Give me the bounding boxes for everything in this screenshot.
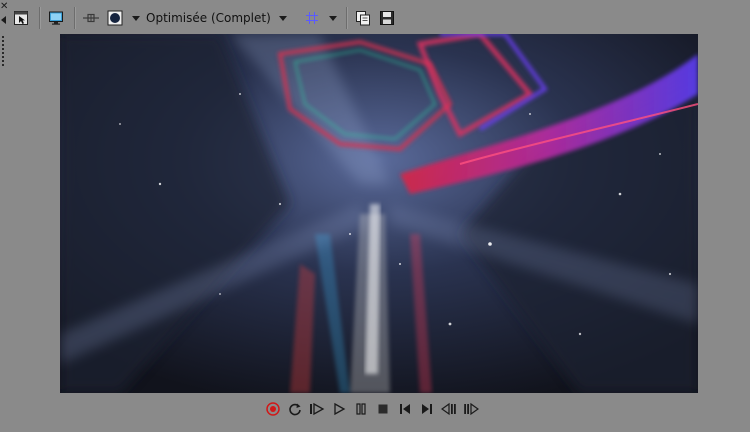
- split-view-icon: [83, 13, 99, 23]
- cursor-window-button[interactable]: [10, 7, 32, 29]
- loop-button[interactable]: [284, 399, 306, 419]
- grid-button[interactable]: [301, 7, 323, 29]
- step-forward-button[interactable]: [460, 399, 482, 419]
- preview-toolbar: Optimisée (Complet): [10, 6, 750, 30]
- close-panel-icon[interactable]: ✕: [0, 2, 8, 12]
- video-preview-viewport[interactable]: [60, 34, 698, 393]
- copy-snapshot-icon: [355, 11, 370, 26]
- save-snapshot-icon: [379, 11, 394, 25]
- pause-icon: [356, 403, 366, 415]
- preview-quality-dropdown[interactable]: Optimisée (Complet): [144, 7, 293, 29]
- loop-icon: [289, 403, 301, 416]
- play-from-start-button[interactable]: [306, 399, 328, 419]
- status-bar: [0, 424, 750, 432]
- split-view-button[interactable]: [80, 7, 102, 29]
- toolbar-separator: [74, 7, 75, 29]
- stop-icon: [378, 404, 388, 414]
- next-frame-button[interactable]: [416, 399, 438, 419]
- record-button[interactable]: [262, 399, 284, 419]
- toolbar-separator: [345, 7, 347, 29]
- step-forward-icon: [464, 402, 479, 416]
- record-icon: [266, 402, 280, 416]
- video-frame-image: [60, 34, 698, 393]
- overlay-button[interactable]: [104, 7, 126, 29]
- previous-frame-button[interactable]: [394, 399, 416, 419]
- grid-icon: [305, 12, 318, 24]
- next-frame-icon: [422, 404, 432, 414]
- monitor-icon: [49, 11, 63, 25]
- drag-handle-icon[interactable]: [2, 36, 4, 66]
- toolbar-separator: [39, 7, 40, 29]
- external-monitor-button[interactable]: [45, 7, 67, 29]
- transport-controls: [262, 399, 482, 419]
- save-snapshot-button[interactable]: [376, 7, 398, 29]
- step-back-icon: [441, 402, 456, 416]
- preview-quality-label: Optimisée (Complet): [146, 11, 271, 25]
- circle-overlay-icon: [107, 10, 123, 26]
- panel-edge-grip[interactable]: ✕: [0, 0, 8, 80]
- previous-frame-icon: [400, 404, 410, 414]
- collapse-arrow-icon[interactable]: [1, 16, 6, 24]
- cursor-window-icon: [14, 11, 28, 25]
- stop-button[interactable]: [372, 399, 394, 419]
- pause-button[interactable]: [350, 399, 372, 419]
- play-button[interactable]: [328, 399, 350, 419]
- play-from-start-icon: [310, 402, 325, 416]
- copy-snapshot-button[interactable]: [352, 7, 374, 29]
- chevron-down-icon: [278, 15, 287, 21]
- overlay-dropdown-arrow-icon[interactable]: [132, 15, 140, 21]
- grid-dropdown-arrow-icon[interactable]: [328, 15, 337, 21]
- step-back-button[interactable]: [438, 399, 460, 419]
- play-icon: [334, 402, 346, 416]
